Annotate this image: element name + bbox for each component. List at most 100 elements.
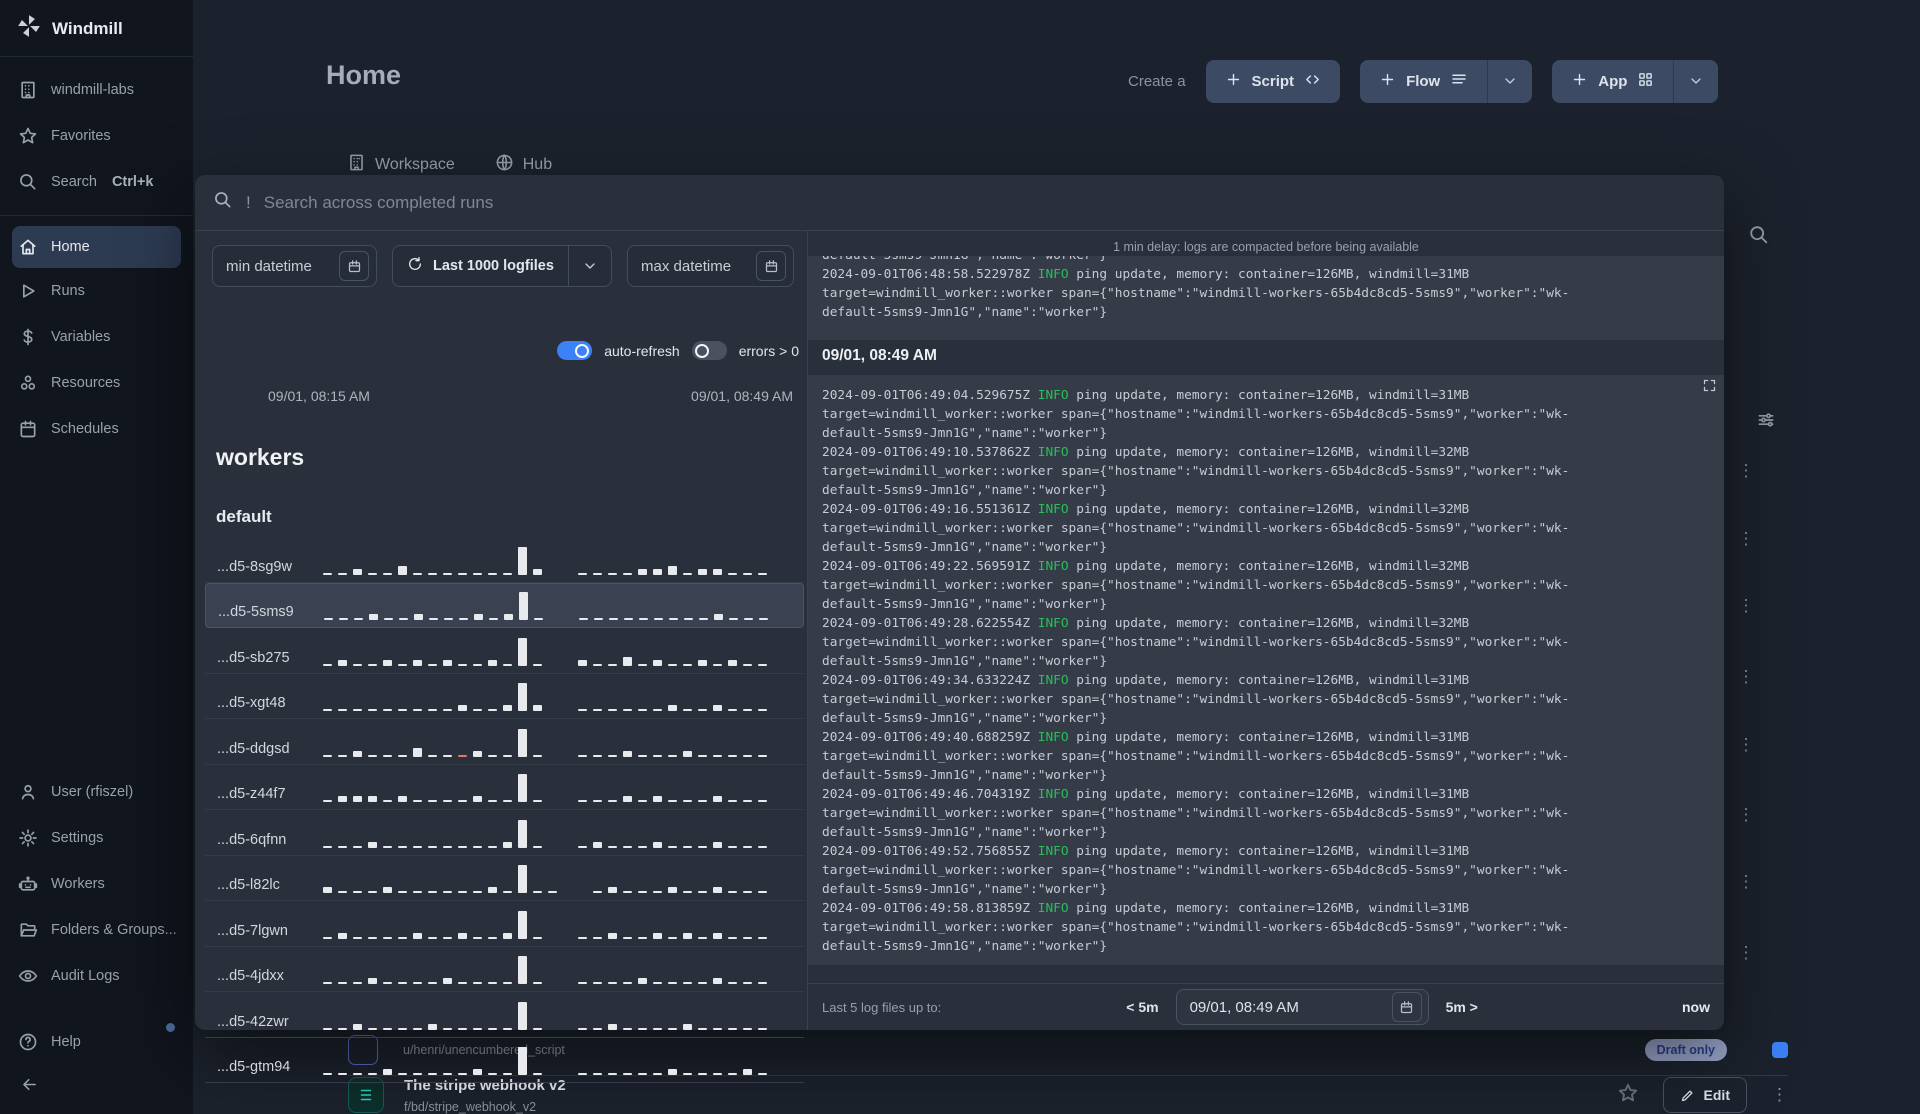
worker-name: ...d5-z44f7 <box>217 786 286 802</box>
log-block-previous: default-5sms9-Jmn1G","name":"worker"} 202… <box>808 256 1724 340</box>
sidebar-item-favorites[interactable]: Favorites <box>0 113 193 159</box>
favorite-star-icon[interactable] <box>1617 1082 1639 1109</box>
brand[interactable]: Windmill <box>0 0 193 56</box>
collapse-sidebar-button[interactable] <box>0 1075 193 1114</box>
worker-row[interactable]: ...d5-8sg9w <box>205 537 804 583</box>
tab-hub[interactable]: Hub <box>495 153 552 177</box>
worker-row[interactable]: ...d5-6qfnn <box>205 810 804 856</box>
worker-rows: ...d5-8sg9w ...d5-5sms9 ...d5-sb275 ...d5-x… <box>205 537 804 1083</box>
sidebar-item-variables[interactable]: Variables <box>0 314 193 360</box>
create-a-label: Create a <box>1128 72 1186 90</box>
worker-row[interactable]: ...d5-l82lc <box>205 856 804 901</box>
time-range-row: 09/01, 08:15 AM 09/01, 08:49 AM <box>195 388 807 404</box>
worker-name: ...d5-xgt48 <box>217 695 286 711</box>
row-kebab-menu[interactable]: ⋮ <box>1736 597 1756 614</box>
row-kebab-menu[interactable]: ⋮ <box>1736 736 1756 753</box>
log-line: target=windmill_worker::worker span={"ho… <box>822 749 1570 764</box>
app-dropdown-chevron[interactable] <box>1674 60 1718 103</box>
filter-sliders-icon[interactable] <box>1756 410 1776 435</box>
robot-icon <box>18 874 38 894</box>
row-kebab-menu[interactable]: ⋮ <box>1736 668 1756 685</box>
search-icon[interactable] <box>1748 224 1770 251</box>
errors-toggle[interactable] <box>691 341 727 360</box>
worker-activity-sparkline <box>323 1043 799 1075</box>
logfiles-chevron[interactable] <box>569 246 611 286</box>
worker-activity-sparkline <box>323 679 799 711</box>
row-kebab-menu[interactable]: ⋮ <box>1736 462 1756 479</box>
log-level-info: INFO <box>1037 844 1069 859</box>
plus-icon <box>1571 71 1588 92</box>
create-flow-label: Flow <box>1406 72 1441 90</box>
calendar-icon[interactable] <box>756 251 786 281</box>
resources-icon <box>18 373 38 393</box>
sidebar-nav-group: Home Runs Variables Resources Schedules <box>0 216 193 462</box>
worker-row[interactable]: ...d5-z44f7 <box>205 765 804 810</box>
create-script-button[interactable]: Script <box>1205 59 1341 103</box>
flow-dropdown-chevron[interactable] <box>1488 60 1532 103</box>
logfiles-select[interactable]: Last 1000 logfiles <box>392 245 612 287</box>
worker-activity-sparkline <box>324 588 798 620</box>
calendar-icon[interactable] <box>1391 992 1422 1022</box>
back-5m-button[interactable]: < 5m <box>1126 999 1158 1015</box>
log-line: default-5sms9-Jmn1G","name":"worker"} <box>822 654 1108 669</box>
sidebar-item-windmill-labs[interactable]: windmill-labs <box>0 67 193 113</box>
worker-row[interactable]: ...d5-7lgwn <box>205 901 804 947</box>
create-app-label: App <box>1598 72 1628 90</box>
sidebar-item-schedules[interactable]: Schedules <box>0 406 193 452</box>
sidebar-item-user-rfiszel[interactable]: User (rfiszel) <box>0 769 193 815</box>
now-button[interactable]: now <box>1682 999 1710 1015</box>
search-prefix: ! <box>246 192 251 212</box>
sidebar-item-audit-logs[interactable]: Audit Logs <box>0 953 193 999</box>
worker-activity-sparkline <box>323 725 799 757</box>
row-kebab-menu[interactable]: ⋮ <box>1736 806 1756 823</box>
expand-icon[interactable] <box>1702 378 1717 399</box>
log-line: 2024-09-01T06:49:04.529675Z INFO ping up… <box>822 388 1470 403</box>
worker-row[interactable]: ...d5-gtm94 <box>205 1038 804 1083</box>
log-line: default-5sms9-Jmn1G","name":"worker"} <box>822 540 1108 555</box>
log-level-info: INFO <box>1037 559 1069 574</box>
sidebar-item-home[interactable]: Home <box>12 226 181 268</box>
sidebar-item-folders-groups[interactable]: Folders & Groups... <box>0 907 193 953</box>
worker-row[interactable]: ...d5-xgt48 <box>205 674 804 719</box>
log-level-info: INFO <box>1037 787 1069 802</box>
min-datetime-input[interactable]: min datetime <box>212 245 377 287</box>
calendar-icon[interactable] <box>339 251 369 281</box>
sidebar-item-label: windmill-labs <box>51 82 134 98</box>
worker-row[interactable]: ...d5-ddgsd <box>205 719 804 765</box>
sidebar-item-runs[interactable]: Runs <box>0 268 193 314</box>
sidebar-item-search[interactable]: Search Ctrl+k <box>0 159 193 205</box>
edit-button[interactable]: Edit <box>1662 1077 1747 1113</box>
auto-refresh-label: auto-refresh <box>604 342 680 359</box>
create-app-button[interactable]: App <box>1552 59 1719 103</box>
worker-row[interactable]: ...d5-42zwr <box>205 992 804 1038</box>
sidebar-item-settings[interactable]: Settings <box>0 815 193 861</box>
max-datetime-input[interactable]: max datetime <box>627 245 794 287</box>
tab-workspace[interactable]: Workspace <box>347 153 455 177</box>
create-flow-button[interactable]: Flow <box>1360 59 1533 103</box>
row-kebab-menu[interactable]: ⋮ <box>1771 1085 1788 1105</box>
log-line: default-5sms9-Jmn1G","name":"worker"} <box>822 305 1108 320</box>
worker-row[interactable]: ...d5-sb275 <box>205 628 804 674</box>
log-line-clipped: default-5sms9-Jmn1G","name":"worker"} <box>822 256 1710 265</box>
sidebar-item-resources[interactable]: Resources <box>0 360 193 406</box>
worker-row[interactable]: ...d5-5sms9 <box>205 582 804 628</box>
sidebar-item-workers[interactable]: Workers <box>0 861 193 907</box>
deploy-icon[interactable] <box>1772 1042 1788 1058</box>
log-panel: 1 min delay: logs are compacted before b… <box>808 231 1724 1030</box>
forward-5m-button[interactable]: 5m > <box>1446 999 1478 1015</box>
workers-title: workers <box>216 444 305 470</box>
row-kebab-menu[interactable]: ⋮ <box>1736 873 1756 890</box>
auto-refresh-toggle[interactable] <box>557 341 593 360</box>
row-kebab-menu[interactable]: ⋮ <box>1736 530 1756 547</box>
toggles-row: auto-refresh errors > 0 <box>557 341 799 360</box>
workers-panel: min datetime Last 1000 logfiles max date… <box>195 231 808 1083</box>
folder-icon <box>18 920 38 940</box>
worker-name: ...d5-6qfnn <box>217 831 287 848</box>
sidebar-item-help[interactable]: Help <box>0 1019 193 1065</box>
sidebar-item-label: Favorites <box>51 128 111 144</box>
keyboard-shortcut: Ctrl+k <box>111 174 154 190</box>
worker-row[interactable]: ...d5-4jdxx <box>205 947 804 992</box>
footer-datetime-input[interactable]: 09/01, 08:49 AM <box>1175 989 1429 1025</box>
search-input[interactable] <box>263 192 1706 213</box>
row-kebab-menu[interactable]: ⋮ <box>1736 944 1756 961</box>
